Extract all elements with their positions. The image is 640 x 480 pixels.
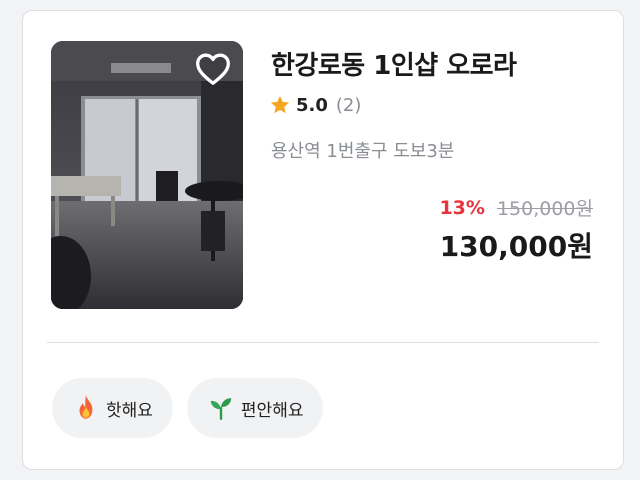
heart-outline-icon (196, 53, 230, 85)
discount-rate: 13% (439, 196, 485, 219)
location-text: 용산역 1번출구 도보3분 (271, 141, 455, 162)
tag-label: 편안해요 (240, 400, 304, 421)
listing-title: 한강로동 1인샵 오로라 (271, 51, 517, 81)
listing-card[interactable]: 한강로동 1인샵 오로라 5.0 (2) 용산역 1번출구 도보3분 13% 1… (22, 10, 624, 470)
price-discount-row: 13% 150,000원 (439, 194, 593, 221)
divider (47, 342, 599, 343)
tag-comfortable[interactable]: 편안해요 (186, 378, 324, 438)
fire-icon (72, 394, 100, 422)
tag-hot[interactable]: 핫해요 (52, 378, 173, 438)
rating-score: 5.0 (296, 94, 328, 116)
star-icon (270, 95, 290, 114)
sprout-icon (207, 394, 235, 422)
original-price: 150,000원 (496, 198, 593, 220)
sale-price: 130,000원 (439, 230, 593, 263)
review-count: (2) (335, 94, 362, 116)
listing-photo[interactable] (51, 41, 243, 309)
favorite-button[interactable] (193, 49, 233, 89)
rating: 5.0 (2) (269, 92, 361, 118)
tag-label: 핫해요 (106, 400, 153, 421)
tag-list: 핫해요 편안해요 (52, 378, 324, 438)
